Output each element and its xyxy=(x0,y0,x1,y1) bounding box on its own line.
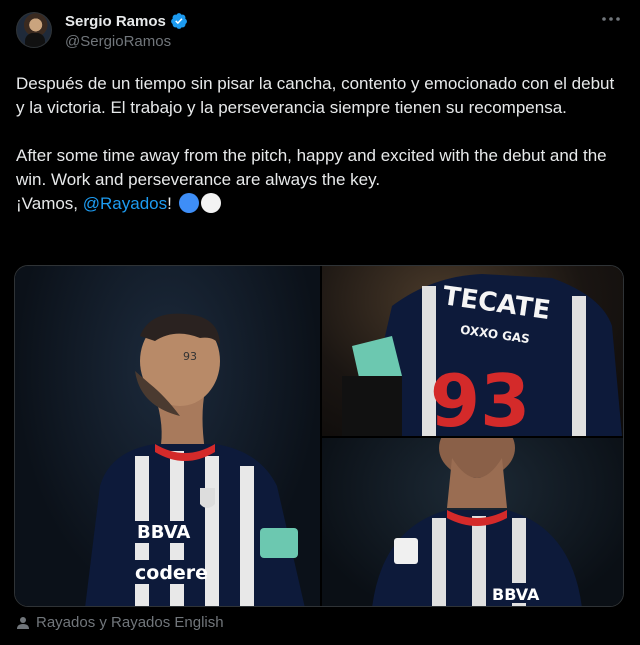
vamos-text: ¡Vamos, xyxy=(16,194,83,213)
author-display-name-text[interactable]: Sergio Ramos xyxy=(65,13,166,30)
player-profile-illustration: 93 BBVA codere xyxy=(85,313,305,606)
blue-circle-emoji xyxy=(178,193,199,213)
media-caption[interactable]: Rayados y Rayados English xyxy=(16,614,224,631)
white-circle-emoji xyxy=(200,193,221,213)
shirt-front-bbva: BBVA xyxy=(492,585,540,604)
shirt-front-illustration: BBVA xyxy=(372,438,582,606)
tweet-paragraph-spanish: Después de un tiempo sin pisar la cancha… xyxy=(16,74,615,117)
author-handle[interactable]: @SergioRamos xyxy=(65,33,188,50)
neck-number-tattoo: 93 xyxy=(183,350,197,363)
photo-player-profile[interactable]: 93 BBVA codere xyxy=(15,266,320,606)
shirt-sponsor-bbva: BBVA xyxy=(137,522,190,543)
tweet-english-line: After some time away from the pitch, hap… xyxy=(16,146,607,189)
exclaim-text: ! xyxy=(167,194,172,213)
media-caption-text[interactable]: Rayados y Rayados English xyxy=(36,614,224,631)
tweet-header: Sergio Ramos @SergioRamos xyxy=(16,10,624,58)
verified-badge-icon xyxy=(171,13,187,29)
tweet-text: Después de un tiempo sin pisar la cancha… xyxy=(16,72,626,216)
tweet-paragraph-english: After some time away from the pitch, hap… xyxy=(16,144,626,216)
author-names: Sergio Ramos @SergioRamos xyxy=(65,12,188,50)
more-horizontal-icon[interactable] xyxy=(600,14,622,30)
jersey-number: 93 xyxy=(430,359,530,436)
photo-shirt-front[interactable]: BBVA xyxy=(322,438,623,606)
shirt-sponsor-codere: codere xyxy=(135,562,208,584)
photo-jersey-back[interactable]: TECATE OXXO GAS 93 xyxy=(322,266,623,436)
avatar[interactable] xyxy=(16,12,52,48)
author-display-name[interactable]: Sergio Ramos xyxy=(65,12,188,30)
person-icon xyxy=(17,616,29,629)
jersey-back-illustration: TECATE OXXO GAS 93 xyxy=(342,274,622,436)
media-grid: 93 BBVA codere TECATE OXXO GAS 93 BBVA xyxy=(14,265,624,607)
mention-link[interactable]: @Rayados xyxy=(83,194,167,213)
